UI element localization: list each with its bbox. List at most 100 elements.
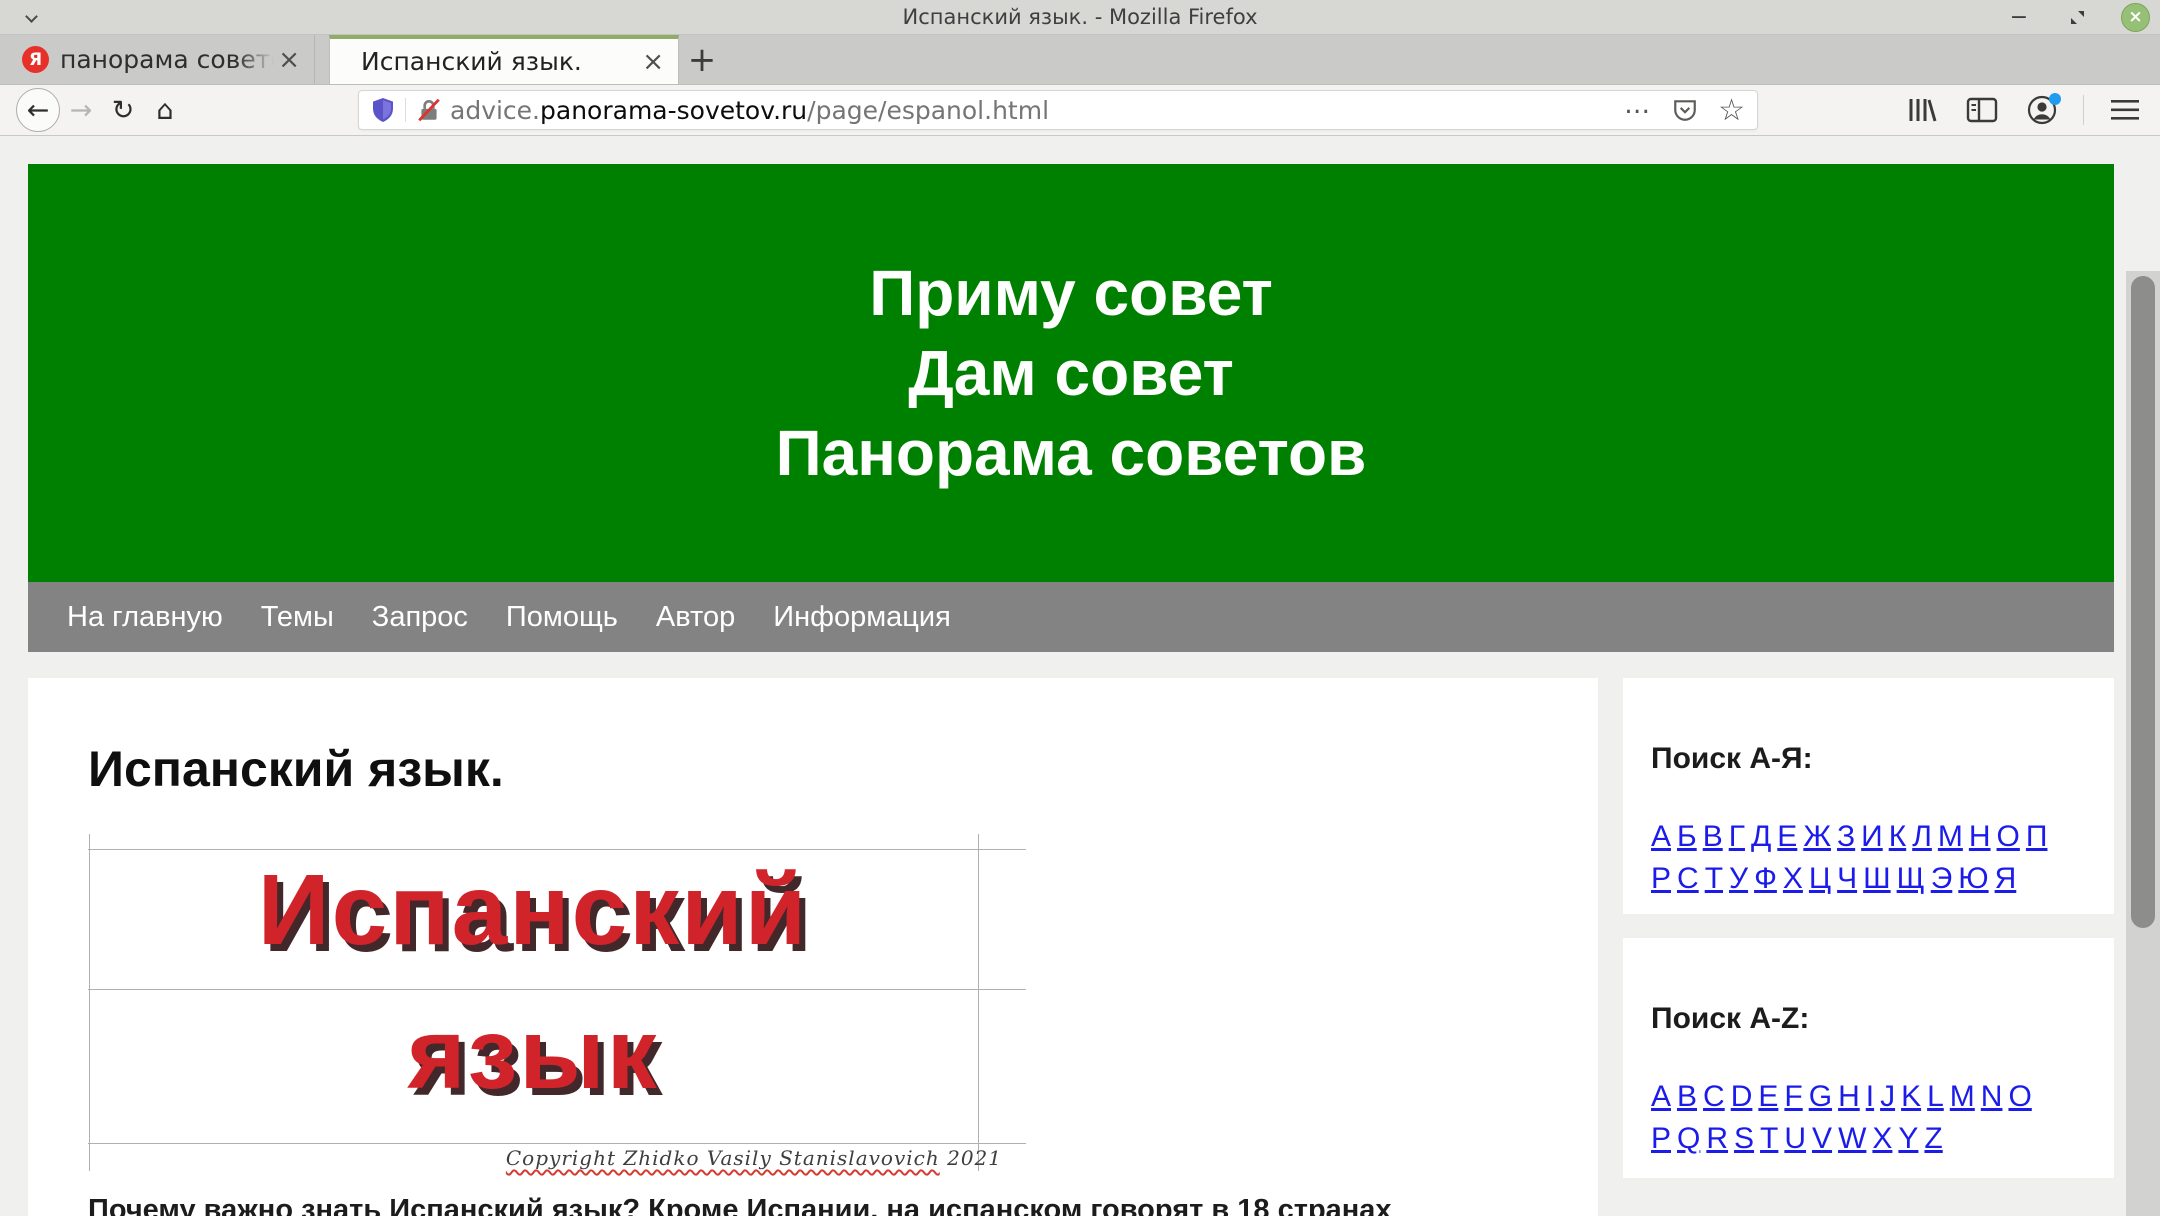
nav-item-author[interactable]: Автор <box>637 601 754 634</box>
letter-link-З[interactable]: З <box>1837 818 1855 855</box>
bookmark-star-icon[interactable]: ☆ <box>1718 93 1745 128</box>
letter-link-H[interactable]: H <box>1838 1078 1860 1115</box>
letter-link-И[interactable]: И <box>1861 818 1883 855</box>
letter-link-J[interactable]: J <box>1880 1078 1895 1115</box>
letter-link-E[interactable]: E <box>1758 1078 1778 1115</box>
maximize-button[interactable] <box>2063 3 2091 31</box>
letter-link-Т[interactable]: Т <box>1705 860 1723 897</box>
scrollbar-thumb[interactable] <box>2131 276 2155 928</box>
letter-link-G[interactable]: G <box>1809 1078 1832 1115</box>
letter-link-I[interactable]: I <box>1866 1078 1874 1115</box>
urlbar-divider <box>405 98 406 122</box>
letter-link-Z[interactable]: Z <box>1924 1120 1942 1157</box>
letter-link-W[interactable]: W <box>1838 1120 1866 1157</box>
tab-panorama-sovetov[interactable]: Я панорама советов × <box>8 35 315 84</box>
sidebar-toggle-icon[interactable] <box>1963 91 2001 129</box>
letter-link-Х[interactable]: Х <box>1783 860 1803 897</box>
letter-link-Р[interactable]: Р <box>1651 860 1671 897</box>
letter-link-Q[interactable]: Q <box>1677 1120 1700 1157</box>
intro-paragraph: Почему важно знать Испанский язык? Кроме… <box>88 1193 1538 1216</box>
article-container: Испанский язык. Испанский язык Copyright… <box>28 678 1598 1216</box>
letter-link-О[interactable]: О <box>1997 818 2020 855</box>
tab-title: Испанский язык. <box>361 47 638 76</box>
letter-link-M[interactable]: M <box>1950 1078 1975 1115</box>
letter-link-Ю[interactable]: Ю <box>1958 860 1988 897</box>
nav-item-topics[interactable]: Темы <box>242 601 353 634</box>
letter-link-Y[interactable]: Y <box>1898 1120 1918 1157</box>
image-text-line-1: Испанский <box>88 860 978 960</box>
new-tab-button[interactable]: + <box>679 35 725 84</box>
tab-close-icon[interactable]: × <box>274 47 304 73</box>
tab-close-icon[interactable]: × <box>638 49 668 75</box>
letter-link-Ч[interactable]: Ч <box>1837 860 1857 897</box>
page-scrollbar[interactable] <box>2126 271 2160 1216</box>
letter-link-Ж[interactable]: Ж <box>1803 818 1831 855</box>
toolbar-separator <box>2083 95 2084 125</box>
menu-hamburger-icon[interactable] <box>2106 91 2144 129</box>
letter-link-У[interactable]: У <box>1729 860 1748 897</box>
letter-link-Ц[interactable]: Ц <box>1809 860 1831 897</box>
insecure-lock-icon[interactable] <box>416 97 442 123</box>
library-icon[interactable] <box>1903 91 1941 129</box>
letter-link-V[interactable]: V <box>1812 1120 1832 1157</box>
letter-link-Д[interactable]: Д <box>1751 818 1771 855</box>
caption-year: 2021 <box>947 1146 1002 1170</box>
letter-link-K[interactable]: K <box>1901 1078 1921 1115</box>
account-icon[interactable] <box>2023 91 2061 129</box>
tab-espanol-active[interactable]: Испанский язык. × <box>329 35 679 84</box>
letter-link-Ш[interactable]: Ш <box>1863 860 1891 897</box>
letter-link-T[interactable]: T <box>1760 1120 1778 1157</box>
letter-link-F[interactable]: F <box>1784 1078 1802 1115</box>
frame-line <box>88 1143 1026 1144</box>
letter-link-A[interactable]: A <box>1651 1078 1671 1115</box>
letter-link-C[interactable]: C <box>1703 1078 1725 1115</box>
letter-link-U[interactable]: U <box>1784 1120 1806 1157</box>
tracking-protection-shield-icon[interactable] <box>371 97 395 123</box>
forward-button[interactable]: → <box>60 89 102 131</box>
letter-link-S[interactable]: S <box>1734 1120 1754 1157</box>
nav-item-request[interactable]: Запрос <box>353 601 487 634</box>
letter-link-Л[interactable]: Л <box>1912 818 1932 855</box>
letter-link-П[interactable]: П <box>2026 818 2048 855</box>
window-controls: − × <box>2005 0 2150 34</box>
home-button[interactable]: ⌂ <box>144 89 186 131</box>
reload-button[interactable]: ↻ <box>102 89 144 131</box>
nav-item-info[interactable]: Информация <box>754 601 970 634</box>
letter-link-X[interactable]: X <box>1872 1120 1892 1157</box>
letter-link-R[interactable]: R <box>1706 1120 1728 1157</box>
letter-link-D[interactable]: D <box>1731 1078 1753 1115</box>
back-button[interactable]: ← <box>16 88 60 132</box>
pocket-icon[interactable] <box>1672 97 1698 123</box>
letter-link-Э[interactable]: Э <box>1931 860 1953 897</box>
search-latin-widget: Поиск A-Z: ABCDEFGHIJKLMNO PQRSTUVWXYZ <box>1623 938 2114 1178</box>
close-button[interactable]: × <box>2121 3 2150 32</box>
letter-link-Щ[interactable]: Щ <box>1897 860 1925 897</box>
letter-link-O[interactable]: O <box>2008 1078 2031 1115</box>
letter-link-Е[interactable]: Е <box>1777 818 1797 855</box>
letter-link-P[interactable]: P <box>1651 1120 1671 1157</box>
nav-item-help[interactable]: Помощь <box>487 601 637 634</box>
latin-row-2: PQRSTUVWXYZ <box>1651 1120 2086 1162</box>
letter-link-L[interactable]: L <box>1927 1078 1944 1115</box>
letter-link-Я[interactable]: Я <box>1995 860 2017 897</box>
page-actions-icon[interactable]: … <box>1624 105 1652 115</box>
site-banner: Приму совет Дам совет Панорама советов <box>28 164 2114 582</box>
letter-link-М[interactable]: М <box>1938 818 1963 855</box>
letter-link-Н[interactable]: Н <box>1969 818 1991 855</box>
letter-link-B[interactable]: B <box>1677 1078 1697 1115</box>
letter-link-С[interactable]: С <box>1677 860 1699 897</box>
frame-line <box>88 989 1026 990</box>
letter-link-К[interactable]: К <box>1889 818 1906 855</box>
url-input[interactable]: advice.panorama-sovetov.ru/page/espanol.… <box>358 90 1758 130</box>
letter-link-В[interactable]: В <box>1703 818 1723 855</box>
nav-item-home[interactable]: На главную <box>48 601 242 634</box>
letter-link-N[interactable]: N <box>1981 1078 2003 1115</box>
letter-link-Г[interactable]: Г <box>1729 818 1745 855</box>
letter-link-А[interactable]: А <box>1651 818 1671 855</box>
letter-link-Ф[interactable]: Ф <box>1754 860 1777 897</box>
letter-link-Б[interactable]: Б <box>1677 818 1697 855</box>
sidebar: Поиск А-Я: АБВГДЕЖЗИКЛМНОП РСТУФХЦЧШЩЭЮЯ… <box>1623 678 2114 1178</box>
account-notification-dot <box>2049 93 2061 105</box>
browser-viewport: Приму совет Дам совет Панорама советов Н… <box>0 136 2160 1216</box>
minimize-button[interactable]: − <box>2005 3 2033 31</box>
